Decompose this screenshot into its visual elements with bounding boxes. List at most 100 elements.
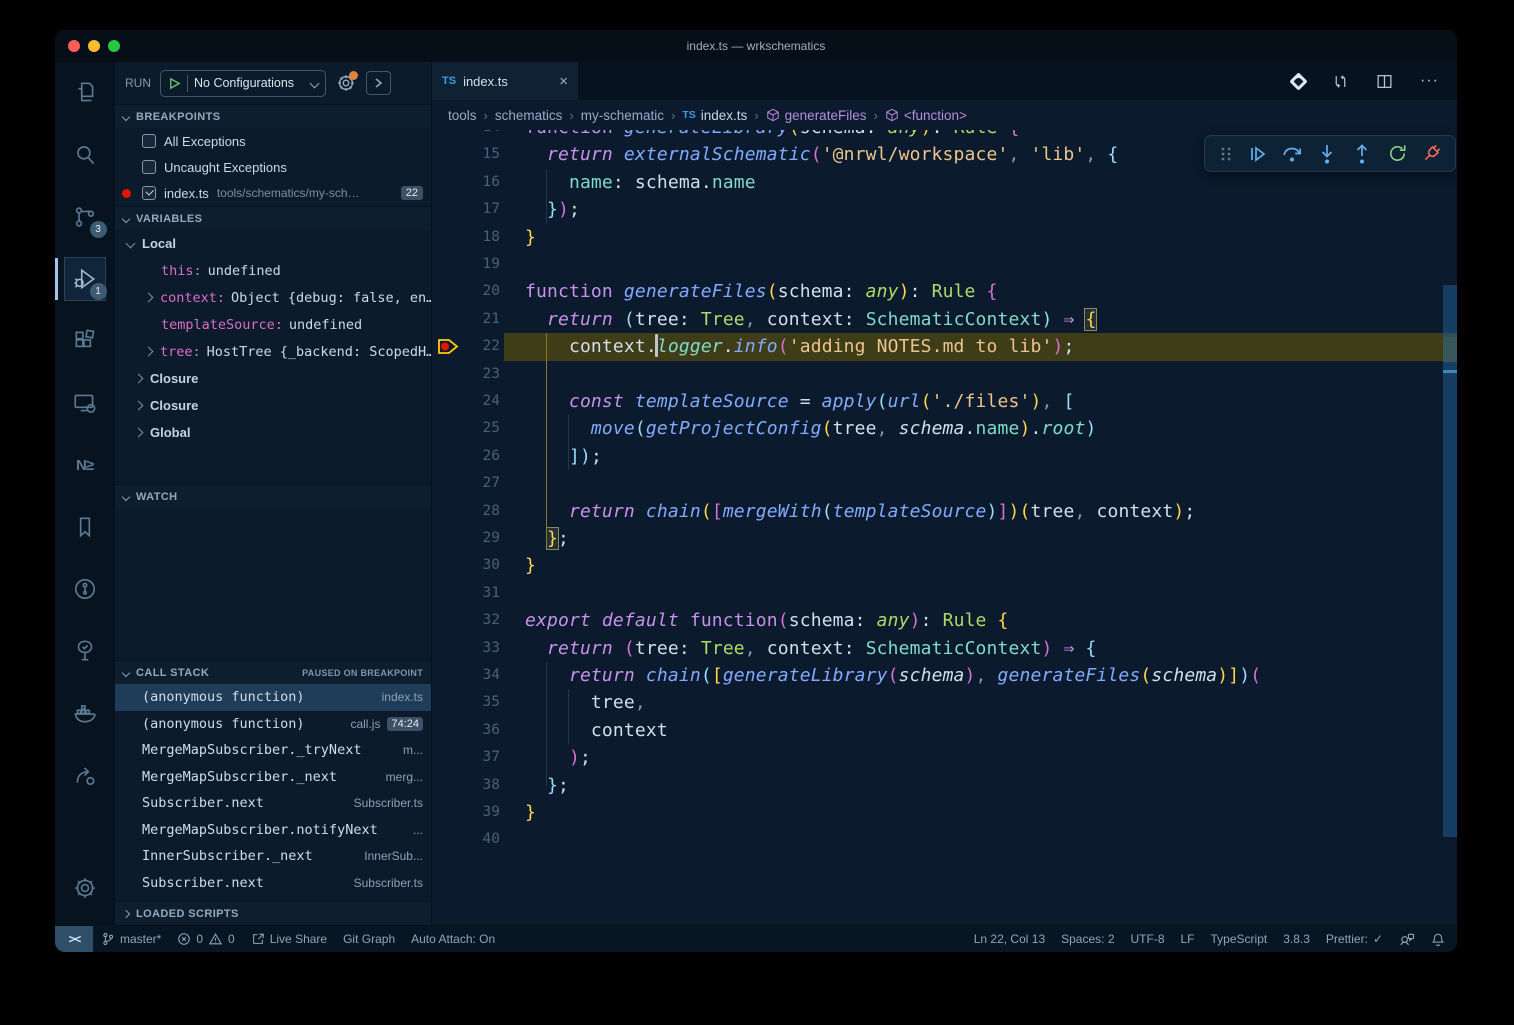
sidebar-item-remote-explorer[interactable]	[55, 372, 115, 434]
settings-gear-button[interactable]	[55, 857, 115, 919]
code-line[interactable]: 18}	[432, 224, 1457, 251]
code-line[interactable]: 27	[432, 470, 1457, 497]
call-stack-section-header[interactable]: CALL STACK PAUSED ON BREAKPOINT	[115, 660, 431, 684]
call-stack-frame[interactable]: (anonymous function)call.js74:24	[115, 711, 431, 738]
drag-handle-icon[interactable]	[1217, 145, 1235, 163]
configure-launch-button[interactable]	[335, 72, 357, 94]
breadcrumb-item[interactable]: tools	[448, 108, 477, 123]
code-line[interactable]: 38 };	[432, 772, 1457, 799]
eol-status[interactable]: LF	[1173, 926, 1203, 952]
call-stack-frame[interactable]: Subscriber.nextSubscriber.ts	[115, 790, 431, 817]
continue-button[interactable]	[1246, 143, 1268, 165]
code-line[interactable]: 34 return chain([generateLibrary(schema)…	[432, 662, 1457, 689]
scope-closure-1[interactable]: Closure	[115, 365, 431, 392]
code-line[interactable]: 25 move(getProjectConfig(tree, schema.na…	[432, 415, 1457, 442]
variables-section-header[interactable]: VARIABLES	[115, 206, 431, 230]
sidebar-item-source-control[interactable]: 3	[55, 186, 115, 248]
problems-status[interactable]: 0 0	[169, 926, 242, 952]
call-stack-frame[interactable]: MergeMapSubscriber.notifyNext...	[115, 817, 431, 844]
code-line[interactable]: 32export default function(schema: any): …	[432, 607, 1457, 634]
language-mode-status[interactable]: TypeScript	[1203, 926, 1276, 952]
chevron-right-icon[interactable]	[144, 293, 154, 303]
breakpoint-uncaught-exceptions[interactable]: Uncaught Exceptions	[115, 154, 431, 180]
sidebar-item-docker[interactable]	[55, 682, 115, 744]
sidebar-item-explorer[interactable]	[55, 62, 115, 124]
code-line[interactable]: 19	[432, 251, 1457, 278]
editor-scrollbar[interactable]	[1443, 130, 1457, 925]
zoom-window-button[interactable]	[108, 40, 120, 52]
step-into-button[interactable]	[1315, 142, 1339, 166]
git-graph-button[interactable]: Git Graph	[335, 926, 403, 952]
tab-index-ts[interactable]: TS index.ts ×	[432, 62, 578, 100]
sidebar-item-run-and-debug[interactable]: 1	[55, 248, 115, 310]
scope-global[interactable]: Global	[115, 419, 431, 446]
call-stack-frame[interactable]: Subscriber.nextSubscriber.ts	[115, 870, 431, 897]
remote-indicator[interactable]: ><	[55, 926, 93, 952]
sidebar-item-extensions[interactable]	[55, 310, 115, 372]
breadcrumb-item[interactable]: generateFiles	[785, 108, 867, 123]
code-line[interactable]: 29 };	[432, 525, 1457, 552]
variable-tree[interactable]: tree: HostTree {_backend: ScopedH…	[115, 338, 431, 365]
code-line[interactable]: 33 return (tree: Tree, context: Schemati…	[432, 635, 1457, 662]
sidebar-item-testing[interactable]	[55, 620, 115, 682]
breadcrumb-item[interactable]: schematics	[495, 108, 563, 123]
live-share-button[interactable]: Live Share	[243, 926, 335, 952]
git-branch-status[interactable]: master*	[93, 926, 169, 952]
call-stack-frame[interactable]: MergeMapSubscriber._tryNextm...	[115, 737, 431, 764]
variable-this[interactable]: this: undefined	[115, 257, 431, 284]
code-line[interactable]: 24 const templateSource = apply(url('./f…	[432, 388, 1457, 415]
code-editor[interactable]: 14function generateLibrary(schema: any):…	[432, 130, 1457, 925]
notifications-button[interactable]	[1423, 926, 1457, 952]
code-line[interactable]: 22 context.logger.info('adding NOTES.md …	[432, 333, 1457, 360]
watch-section-header[interactable]: WATCH	[115, 484, 431, 508]
code-line[interactable]: 36 context	[432, 717, 1457, 744]
breakpoints-section-header[interactable]: BREAKPOINTS	[115, 104, 431, 128]
breadcrumb-item[interactable]: my-schematic	[581, 108, 664, 123]
call-stack-frame[interactable]: InnerSubscriber._nextInnerSub...	[115, 843, 431, 870]
split-editor-icon[interactable]	[1376, 73, 1393, 90]
cursor-position-status[interactable]: Ln 22, Col 13	[966, 926, 1053, 952]
code-line[interactable]: 21 return (tree: Tree, context: Schemati…	[432, 306, 1457, 333]
breadcrumb-item[interactable]: <function>	[904, 108, 967, 123]
sidebar-item-bookmarks[interactable]	[55, 496, 115, 558]
feedback-button[interactable]	[1391, 926, 1423, 952]
breadcrumb-item[interactable]: index.ts	[701, 108, 748, 123]
breakpoint-all-exceptions[interactable]: All Exceptions	[115, 128, 431, 154]
code-line[interactable]: 20function generateFiles(schema: any): R…	[432, 278, 1457, 305]
checkbox[interactable]	[142, 186, 156, 200]
scope-closure-2[interactable]: Closure	[115, 392, 431, 419]
loaded-scripts-section-header[interactable]: LOADED SCRIPTS	[115, 901, 431, 925]
debug-console-button[interactable]	[366, 71, 391, 95]
start-debug-icon[interactable]	[168, 77, 181, 90]
code-line[interactable]: 31	[432, 580, 1457, 607]
call-stack-frame[interactable]: (anonymous function)index.ts	[115, 684, 431, 711]
step-over-button[interactable]	[1280, 142, 1304, 166]
code-line[interactable]: 37 );	[432, 744, 1457, 771]
encoding-status[interactable]: UTF-8	[1123, 926, 1173, 952]
checkbox[interactable]	[142, 134, 156, 148]
gitlens-icon[interactable]	[1289, 72, 1307, 90]
prettier-status[interactable]: Prettier: ✓	[1318, 926, 1391, 952]
step-out-button[interactable]	[1350, 142, 1374, 166]
scope-local[interactable]: Local	[115, 230, 431, 257]
auto-attach-status[interactable]: Auto Attach: On	[403, 926, 503, 952]
code-line[interactable]: 28 return chain([mergeWith(templateSourc…	[432, 498, 1457, 525]
close-window-button[interactable]	[68, 40, 80, 52]
sidebar-item-git-graph[interactable]	[55, 558, 115, 620]
code-line[interactable]: 35 tree,	[432, 689, 1457, 716]
scrollbar-slider[interactable]	[1443, 285, 1457, 837]
variable-context[interactable]: context: Object {debug: false, en…	[115, 284, 431, 311]
minimize-window-button[interactable]	[88, 40, 100, 52]
typescript-version-status[interactable]: 3.8.3	[1275, 926, 1318, 952]
launch-config-dropdown[interactable]: No Configurations	[160, 70, 326, 97]
code-line[interactable]: 23	[432, 361, 1457, 388]
breakpoint-index-ts[interactable]: index.ts tools/schematics/my-sch… 22	[115, 180, 431, 206]
restart-button[interactable]	[1386, 142, 1409, 165]
code-line[interactable]: 17 });	[432, 196, 1457, 223]
more-actions-icon[interactable]: ···	[1420, 72, 1439, 90]
checkbox[interactable]	[142, 160, 156, 174]
sidebar-item-search[interactable]	[55, 124, 115, 186]
call-stack-frame[interactable]: MergeMapSubscriber._nextmerg...	[115, 764, 431, 791]
code-line[interactable]: 40	[432, 826, 1457, 853]
sidebar-item-nx-console[interactable]: N≥	[55, 434, 115, 496]
